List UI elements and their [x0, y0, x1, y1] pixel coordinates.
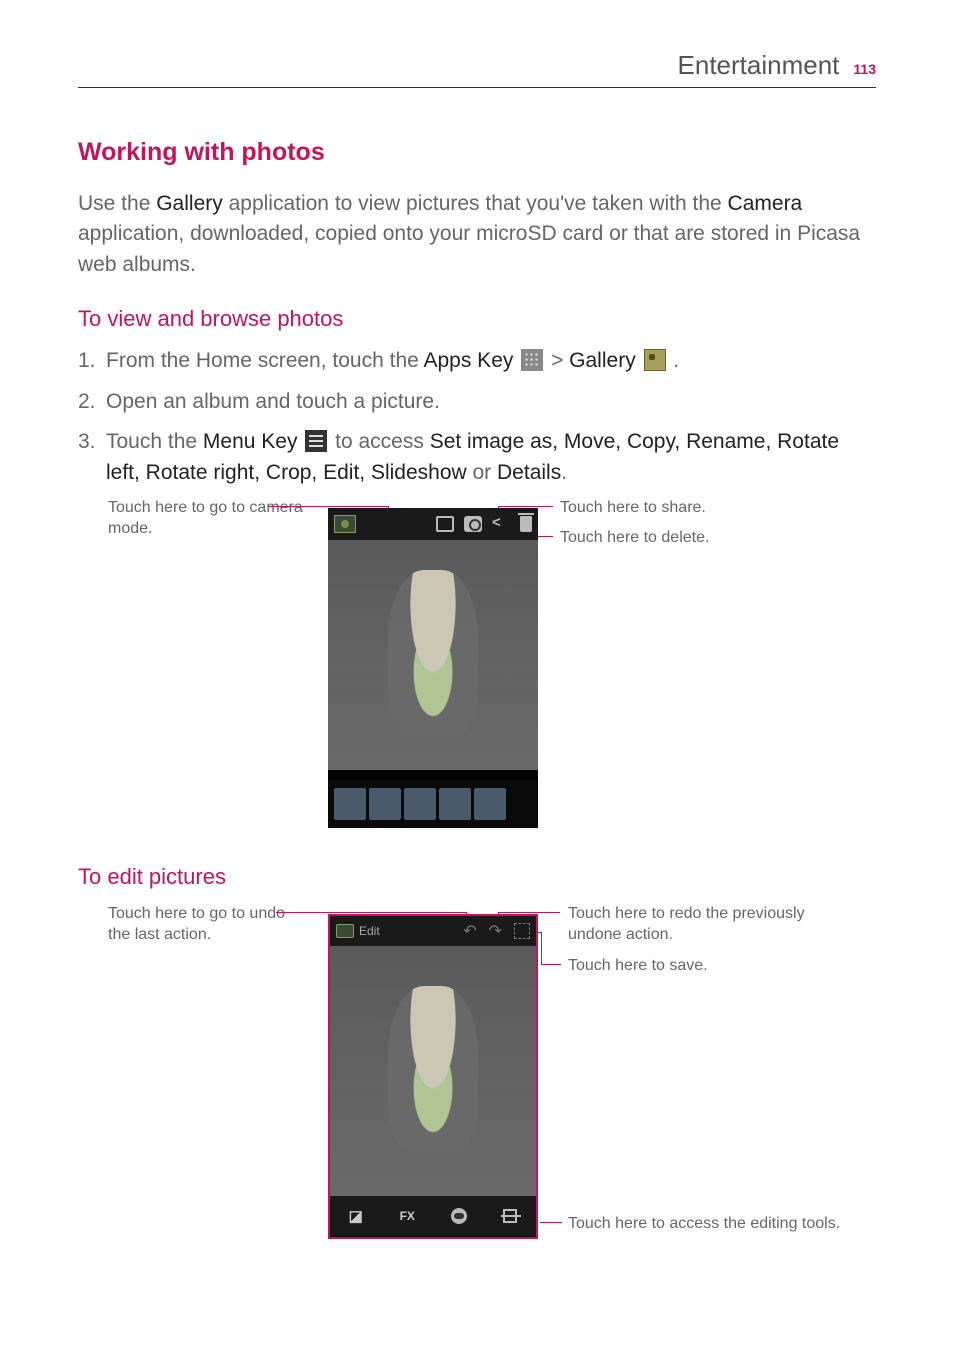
thumbnail[interactable] [334, 788, 366, 820]
figure-photo-viewer: Touch here to go to camera mode. Touch h… [78, 498, 876, 838]
leader-line [541, 932, 542, 965]
menu-key-icon [305, 430, 327, 452]
edit-photo-area[interactable] [330, 946, 536, 1196]
photo-area[interactable] [328, 540, 538, 770]
thumbnail[interactable] [439, 788, 471, 820]
frame-icon[interactable] [436, 516, 454, 532]
steps-list: 1. From the Home screen, touch the Apps … [78, 346, 876, 488]
leader-line [276, 912, 466, 913]
leader-line [268, 506, 388, 507]
callout-undo: Touch here to go to undo the last action… [108, 904, 308, 946]
photo-placeholder [388, 570, 478, 740]
camera-term: Camera [728, 192, 803, 215]
callout-camera-mode: Touch here to go to camera mode. [108, 498, 308, 540]
edit-title: Edit [336, 924, 380, 938]
callout-tools: Touch here to access the editing tools. [568, 1214, 868, 1235]
heading-working-with-photos: Working with photos [78, 138, 876, 167]
callout-save: Touch here to save. [568, 956, 788, 977]
section-title: Entertainment [678, 50, 840, 81]
crop-tool-icon[interactable] [500, 1206, 520, 1226]
viewer-topbar: < [328, 508, 538, 540]
thumbnail[interactable] [474, 788, 506, 820]
leader-line [498, 506, 553, 507]
redo-icon[interactable]: ↷ [489, 921, 502, 941]
step-2: 2. Open an album and touch a picture. [78, 387, 876, 417]
callout-share: Touch here to share. [560, 498, 760, 519]
page-number: 113 [853, 61, 876, 77]
page-header: Entertainment 113 [78, 50, 876, 88]
phone-screenshot-viewer: < [328, 508, 538, 828]
share-icon[interactable]: < [492, 516, 510, 532]
edit-lens-icon [336, 924, 354, 938]
leader-line [541, 964, 561, 965]
camera-mode-icon[interactable] [334, 515, 356, 533]
intro-paragraph: Use the Gallery application to view pict… [78, 189, 876, 280]
thumbnail-row [328, 780, 538, 828]
apps-key-icon [521, 349, 543, 371]
photo-placeholder [388, 986, 478, 1156]
heading-edit-pictures: To edit pictures [78, 864, 876, 890]
camera-icon[interactable] [464, 516, 482, 532]
editor-topbar: Edit ↶ ↷ [330, 916, 536, 946]
step-3: 3. Touch the Menu Key to access Set imag… [78, 427, 876, 488]
undo-icon[interactable]: ↶ [463, 921, 476, 941]
thumbnail[interactable] [404, 788, 436, 820]
save-icon[interactable] [514, 923, 530, 939]
callout-delete: Touch here to delete. [560, 528, 760, 549]
leader-line [540, 1222, 562, 1223]
adjust-tool-icon[interactable]: ◪ [346, 1206, 366, 1226]
gallery-icon [644, 349, 666, 371]
thumbnail[interactable] [369, 788, 401, 820]
leader-line [498, 912, 560, 913]
heading-view-browse: To view and browse photos [78, 306, 876, 332]
fx-tool-icon[interactable]: FX [397, 1206, 417, 1226]
figure-photo-editor: Touch here to go to undo the last action… [78, 904, 876, 1264]
gallery-term: Gallery [156, 192, 223, 215]
editor-toolbar: ◪ FX [330, 1196, 536, 1236]
step-1: 1. From the Home screen, touch the Apps … [78, 346, 876, 376]
callout-redo: Touch here to redo the previously undone… [568, 904, 828, 946]
trash-icon[interactable] [520, 516, 532, 532]
color-tool-icon[interactable] [449, 1206, 469, 1226]
phone-screenshot-editor: Edit ↶ ↷ ◪ FX [328, 914, 538, 1239]
